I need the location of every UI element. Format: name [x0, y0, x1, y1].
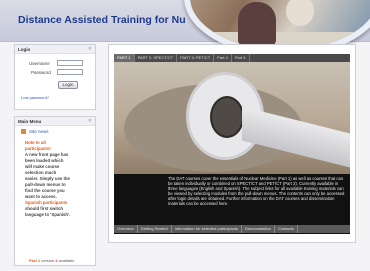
login-title-text: Login — [18, 47, 31, 52]
main-menu-title-text: Main Menu — [18, 119, 42, 124]
tab-part-1[interactable]: PART 1 — [114, 54, 135, 62]
login-box-title: Login ✕ — [15, 45, 95, 54]
main-menu-box: Main Menu ✕ Site news Note to all partic… — [14, 116, 96, 266]
login-button[interactable]: Login — [58, 81, 78, 89]
close-icon[interactable]: ✕ — [88, 46, 92, 52]
course-description: The DAT courses cover the essentials of … — [168, 176, 345, 207]
nav-contacts[interactable]: Contacts — [275, 225, 298, 233]
password-label: Password — [31, 70, 51, 75]
photo-person — [286, 0, 314, 26]
username-input[interactable] — [57, 60, 83, 66]
nav-demonstration[interactable]: Demonstration — [242, 225, 275, 233]
tab-part-5[interactable]: Part 5 — [232, 54, 250, 62]
site-title: Distance Assisted Training for Nu — [18, 14, 186, 26]
site-news-link[interactable]: Site news — [21, 129, 49, 135]
photo-person — [238, 2, 276, 46]
tab-part-2[interactable]: PART 2: SPECT/CT — [135, 54, 178, 62]
close-icon[interactable]: ✕ — [88, 118, 92, 124]
scanner-image — [114, 62, 350, 174]
password-input[interactable] — [57, 69, 83, 75]
nav-participant-info[interactable]: Information for selected participants — [172, 225, 242, 233]
nav-overview[interactable]: Overview — [114, 225, 138, 233]
news-line: language to 'Spanish'. — [25, 212, 71, 217]
main-menu-title: Main Menu ✕ — [15, 117, 95, 126]
news-notice: Note to all participants! A new front pa… — [25, 140, 91, 218]
footer-available: available — [58, 258, 75, 263]
site-news-label: Site news — [29, 129, 49, 134]
bottom-navigation: Overview Getting Started Information for s… — [114, 225, 350, 233]
tab-part-3[interactable]: PART 3: PET/CT — [177, 54, 215, 62]
footer-number: 4 — [55, 258, 58, 263]
footer-part: Part 1 — [29, 258, 41, 263]
footer-version: version — [41, 258, 55, 263]
lost-password-link[interactable]: Lost password? — [21, 95, 49, 100]
media-panel: PART 1 PART 2: SPECT/CT PART 3: PET/CT Part… — [114, 54, 350, 234]
scanner-bore — [210, 96, 244, 138]
username-label: Username — [29, 61, 50, 66]
login-box: Login ✕ Username Password Login Lost pas… — [14, 44, 96, 110]
nav-getting-started[interactable]: Getting Started — [138, 225, 172, 233]
news-icon — [21, 129, 26, 135]
news-footer: Part 1 version 4 available — [29, 258, 74, 263]
course-tab-strip: PART 1 PART 2: SPECT/CT PART 3: PET/CT Part… — [114, 54, 350, 62]
tab-part-4[interactable]: Part 4 — [214, 54, 232, 62]
